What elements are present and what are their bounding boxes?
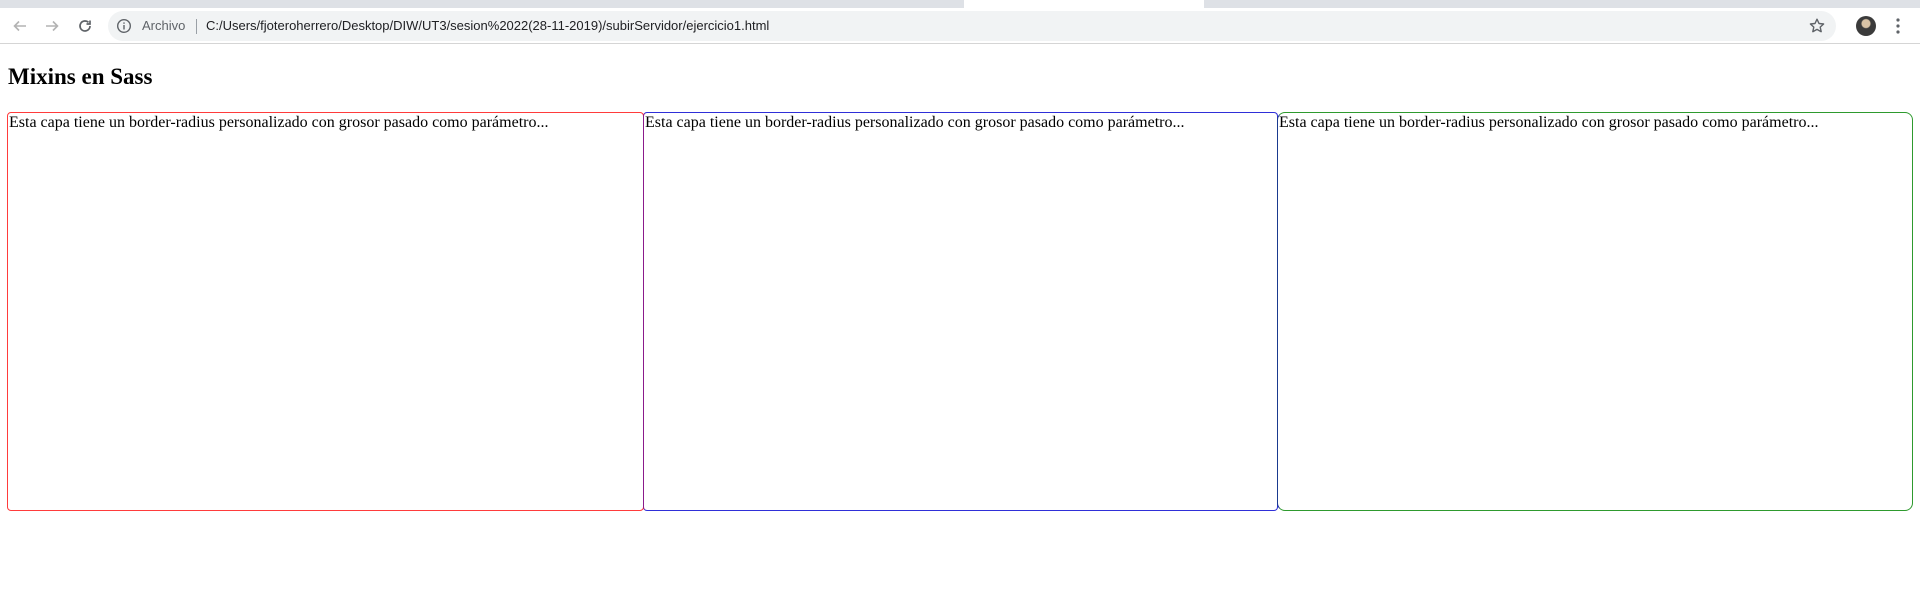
capa-text: Esta capa tiene un border-radius persona… [1279,114,1819,131]
star-icon[interactable] [1808,17,1826,35]
info-icon[interactable] [116,18,132,34]
address-bar[interactable]: Archivo C:/Users/fjoteroherrero/Desktop/… [108,11,1836,41]
capa-blue: Esta capa tiene un border-radius persona… [643,112,1278,511]
divider [196,19,197,34]
reload-button[interactable] [73,14,97,38]
capa-green: Esta capa tiene un border-radius persona… [1277,112,1913,511]
forward-button[interactable] [40,14,64,38]
back-button[interactable] [8,14,32,38]
arrow-right-icon [46,20,59,32]
url-text[interactable]: C:/Users/fjoteroherrero/Desktop/DIW/UT3/… [206,18,769,33]
arrow-left-icon [13,20,26,32]
capa-text: Esta capa tiene un border-radius persona… [645,114,1185,131]
page-title: Mixins en Sass [8,64,153,89]
capa-red: Esta capa tiene un border-radius persona… [7,112,644,511]
reload-icon [79,20,91,32]
active-tab[interactable] [964,0,1204,8]
kebab-menu-icon[interactable] [1890,16,1906,36]
avatar[interactable] [1856,16,1876,36]
browser-toolbar: Archivo C:/Users/fjoteroherrero/Desktop/… [0,8,1920,44]
tab-strip [0,0,1920,8]
scheme-label: Archivo [142,18,186,33]
capa-text: Esta capa tiene un border-radius persona… [9,114,549,131]
